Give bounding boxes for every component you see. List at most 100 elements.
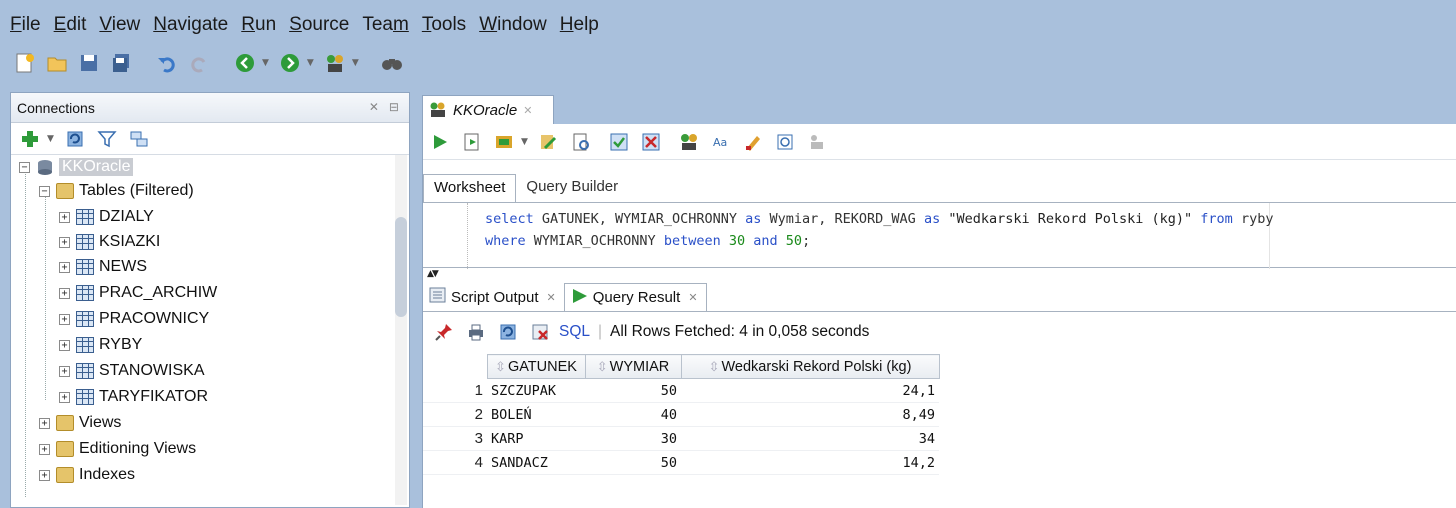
cell-rekord[interactable]: 24,1: [681, 378, 939, 403]
table-row[interactable]: 3 KARP 30 34: [423, 426, 939, 451]
add-connection-icon[interactable]: [17, 126, 43, 152]
cell-wymiar[interactable]: 40: [585, 402, 681, 427]
redo-icon[interactable]: [186, 50, 212, 76]
sql-link[interactable]: SQL: [559, 323, 590, 341]
clear-icon[interactable]: [740, 129, 766, 155]
close-tab-icon[interactable]: ✕: [547, 291, 556, 304]
close-tab-icon[interactable]: ✕: [688, 291, 697, 304]
tree-node-views[interactable]: + Views: [39, 411, 121, 435]
tree-node-table[interactable]: + RYBY: [59, 333, 142, 357]
column-header-rekord[interactable]: ⇳ Wedkarski Rekord Polski (kg): [680, 354, 940, 379]
tree-scrollbar[interactable]: [395, 155, 407, 505]
commit-icon[interactable]: [606, 129, 632, 155]
pin-icon[interactable]: [431, 319, 457, 345]
tree-node-table[interactable]: + PRACOWNICY: [59, 307, 209, 331]
expand-icon[interactable]: +: [59, 211, 70, 223]
menu-view[interactable]: View: [99, 14, 140, 36]
expand-icon[interactable]: +: [59, 287, 70, 299]
collapse-icon[interactable]: −: [39, 185, 50, 197]
tab-query-builder[interactable]: Query Builder: [516, 174, 628, 202]
expand-icon[interactable]: +: [39, 469, 50, 481]
new-file-icon[interactable]: [12, 50, 38, 76]
tab-script-output[interactable]: Script Output ✕: [423, 283, 564, 311]
rollback-icon[interactable]: [638, 129, 664, 155]
tree-scroll-thumb[interactable]: [395, 217, 407, 317]
column-header-gatunek[interactable]: ⇳ GATUNEK: [486, 354, 586, 379]
cell-gatunek[interactable]: SZCZUPAK: [487, 378, 585, 403]
tree-node-table[interactable]: + KSIAZKI: [59, 230, 160, 254]
menu-navigate[interactable]: Navigate: [153, 14, 228, 36]
column-header-wymiar[interactable]: ⇳ WYMIAR: [584, 354, 682, 379]
menu-run[interactable]: Run: [241, 14, 276, 36]
tree-node-indexes[interactable]: + Indexes: [39, 463, 135, 487]
back-icon[interactable]: [232, 50, 258, 76]
tuning-advisor-icon[interactable]: [804, 129, 830, 155]
save-icon[interactable]: [76, 50, 102, 76]
tree-node-editioning-views[interactable]: + Editioning Views: [39, 437, 196, 461]
table-row[interactable]: 1 SZCZUPAK 50 24,1: [423, 378, 939, 403]
expand-icon[interactable]: +: [59, 236, 70, 248]
binoculars-icon[interactable]: [379, 50, 405, 76]
tree-node-table[interactable]: + TARYFIKATOR: [59, 385, 208, 409]
schema-browser-icon[interactable]: [126, 126, 152, 152]
explain-plan-icon[interactable]: [536, 129, 562, 155]
cell-wymiar[interactable]: 50: [585, 450, 681, 475]
menu-edit[interactable]: Edit: [54, 14, 87, 36]
format-icon[interactable]: Aa: [708, 129, 734, 155]
table-row[interactable]: 4 SANDACZ 50 14,2: [423, 450, 939, 475]
sql-worksheet-icon[interactable]: [322, 50, 348, 76]
tab-worksheet[interactable]: Worksheet: [423, 174, 517, 202]
menu-tools[interactable]: Tools: [422, 14, 466, 36]
close-tab-icon[interactable]: ✕: [523, 104, 532, 117]
cell-rekord[interactable]: 8,49: [681, 402, 939, 427]
cell-gatunek[interactable]: KARP: [487, 426, 585, 451]
filter-icon[interactable]: [94, 126, 120, 152]
cell-rekord[interactable]: 14,2: [681, 450, 939, 475]
tree-node-table[interactable]: + DZIALY: [59, 205, 154, 229]
sql-worksheet-dropdown-icon[interactable]: ▼: [352, 58, 359, 68]
forward-icon[interactable]: [277, 50, 303, 76]
sql-tuning-icon[interactable]: [568, 129, 594, 155]
save-all-icon[interactable]: [108, 50, 134, 76]
expand-icon[interactable]: +: [59, 391, 70, 403]
tree-node-table[interactable]: + NEWS: [59, 255, 147, 279]
run-statement-icon[interactable]: [427, 129, 453, 155]
sql-editor[interactable]: select GATUNEK, WYMIAR_OCHRONNY as Wymia…: [423, 202, 1456, 269]
menu-help[interactable]: Help: [560, 14, 599, 36]
expand-icon[interactable]: +: [59, 313, 70, 325]
open-folder-icon[interactable]: [44, 50, 70, 76]
sql-history-icon[interactable]: [772, 129, 798, 155]
cancel-query-icon[interactable]: [527, 319, 553, 345]
print-icon[interactable]: [463, 319, 489, 345]
splitter-arrows-icon[interactable]: ▲▼: [427, 269, 439, 279]
expand-icon[interactable]: +: [59, 339, 70, 351]
cell-wymiar[interactable]: 50: [585, 378, 681, 403]
cell-rekord[interactable]: 34: [681, 426, 939, 451]
menu-team[interactable]: Team: [362, 14, 408, 36]
tree-node-table[interactable]: + PRAC_ARCHIW: [59, 281, 217, 305]
tree-node-connection[interactable]: − KKOracle: [19, 155, 134, 179]
unshared-worksheet-icon[interactable]: [676, 129, 702, 155]
back-dropdown-icon[interactable]: ▼: [262, 58, 269, 68]
cell-wymiar[interactable]: 30: [585, 426, 681, 451]
cell-gatunek[interactable]: SANDACZ: [487, 450, 585, 475]
table-row[interactable]: 2 BOLEŃ 40 8,49: [423, 402, 939, 427]
cell-gatunek[interactable]: BOLEŃ: [487, 402, 585, 427]
run-script-icon[interactable]: [459, 129, 485, 155]
tree-node-table[interactable]: + STANOWISKA: [59, 359, 205, 383]
menu-window[interactable]: Window: [479, 14, 547, 36]
forward-dropdown-icon[interactable]: ▼: [307, 58, 314, 68]
expand-icon[interactable]: +: [39, 443, 50, 455]
collapse-icon[interactable]: −: [19, 161, 30, 173]
editor-tab-kkoracle[interactable]: KKOracle ✕: [422, 95, 554, 125]
menu-source[interactable]: Source: [289, 14, 349, 36]
autotrace-dropdown-icon[interactable]: ▼: [521, 137, 528, 147]
panel-minimize-icon[interactable]: ✕ ⊟: [369, 100, 399, 114]
undo-icon[interactable]: [154, 50, 180, 76]
refresh-icon[interactable]: [62, 126, 88, 152]
expand-icon[interactable]: +: [59, 261, 70, 273]
expand-icon[interactable]: +: [39, 417, 50, 429]
autotrace-icon[interactable]: [491, 129, 517, 155]
tree-node-tables[interactable]: − Tables (Filtered): [39, 179, 194, 203]
expand-icon[interactable]: +: [59, 365, 70, 377]
